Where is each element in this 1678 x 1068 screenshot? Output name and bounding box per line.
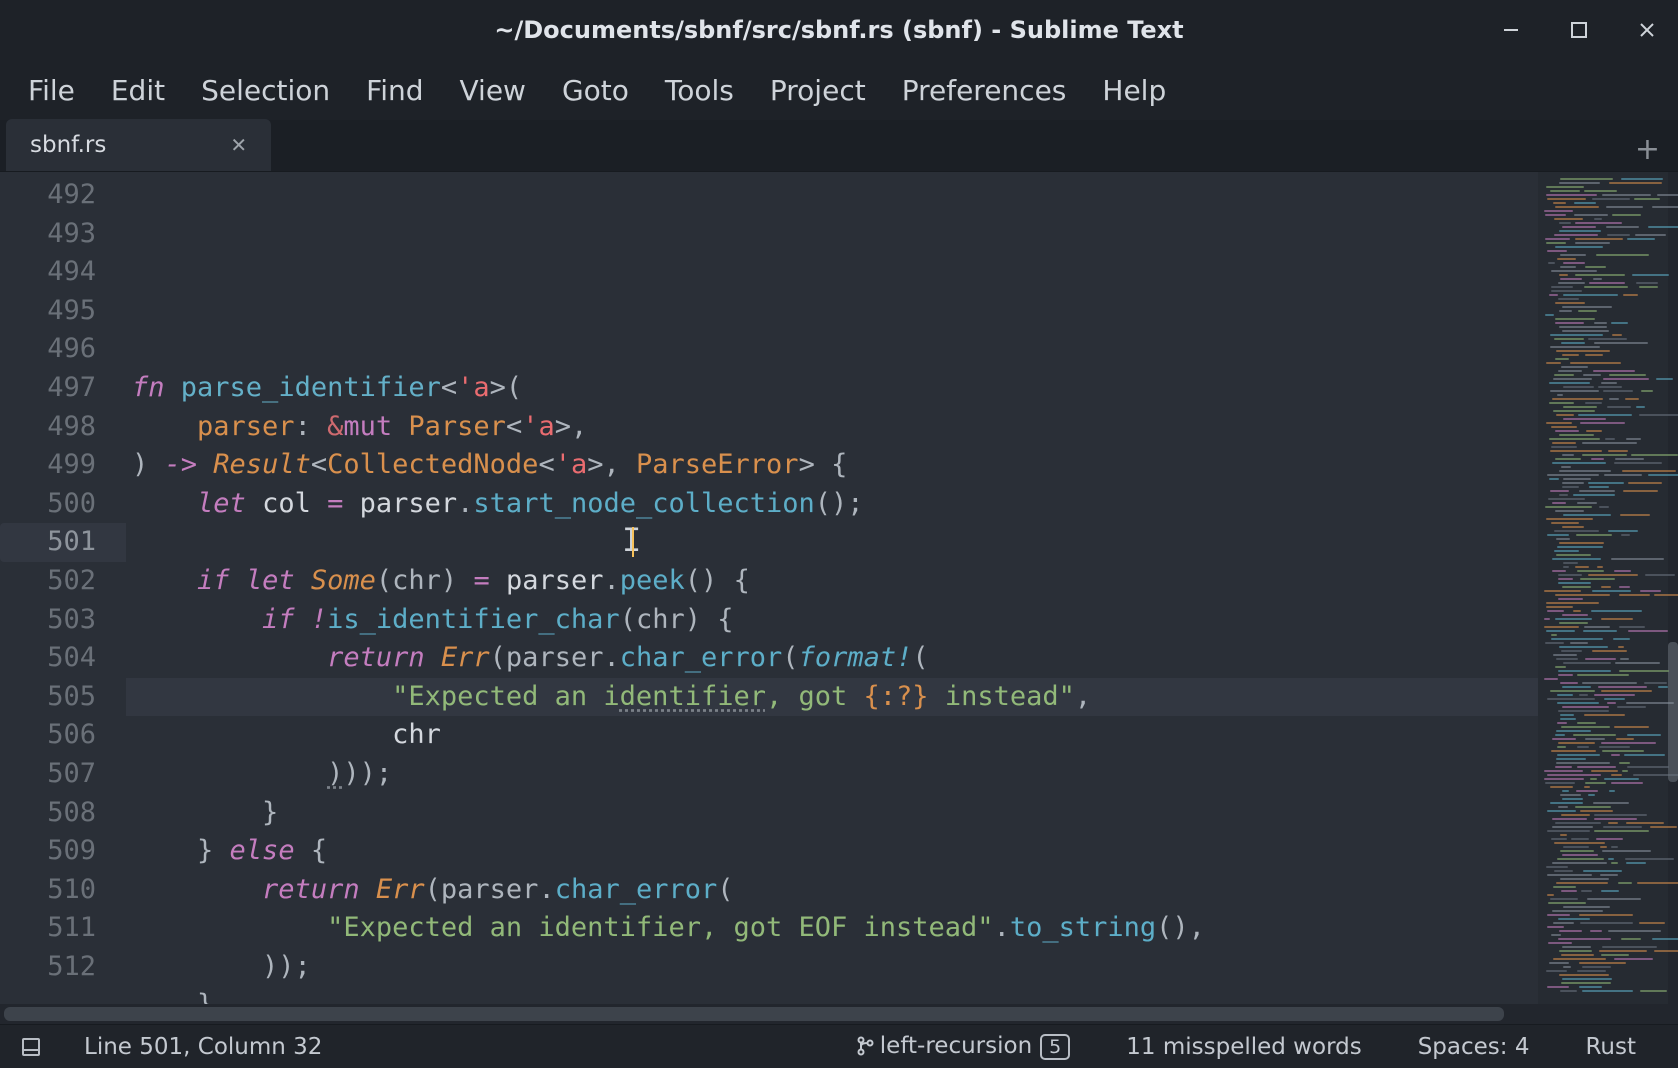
menu-selection[interactable]: Selection [183,68,348,113]
code-area[interactable]: I fn parse_identifier<'a>( parser: &mut … [126,172,1538,1004]
code-line[interactable]: "Expected an identifier, got EOF instead… [126,909,1538,948]
line-number[interactable]: 493 [0,215,126,254]
code-line[interactable]: if let Some(chr) = parser.peek() { [126,562,1538,601]
horizontal-scrollbar[interactable] [0,1004,1678,1024]
code-line[interactable]: chr [126,716,1538,755]
line-number[interactable]: 497 [0,369,126,408]
code-line[interactable] [126,330,1538,369]
status-branch-badge: 5 [1040,1034,1070,1060]
status-misspelled[interactable]: 11 misspelled words [1106,1034,1381,1060]
line-number[interactable]: 512 [0,948,126,987]
minimap-scrollbar-track[interactable] [1668,172,1678,1004]
minimize-button[interactable] [1498,17,1524,43]
line-number[interactable]: 510 [0,871,126,910]
menu-tools[interactable]: Tools [647,68,752,113]
line-number[interactable]: 502 [0,562,126,601]
menubar: File Edit Selection Find View Goto Tools… [0,60,1678,120]
code-line[interactable]: ) -> Result<CollectedNode<'a>, ParseErro… [126,446,1538,485]
minimap-scrollbar-thumb[interactable] [1668,642,1678,782]
code-line[interactable]: fn parse_identifier<'a>( [126,369,1538,408]
line-number-gutter[interactable]: 4924934944954964974984995005015025035045… [0,172,126,1004]
close-button[interactable] [1634,17,1660,43]
code-line[interactable]: )); [126,948,1538,987]
line-number[interactable]: 496 [0,330,126,369]
code-line[interactable]: let col = parser.start_node_collection()… [126,485,1538,524]
status-indent[interactable]: Spaces: 4 [1398,1034,1550,1060]
line-number[interactable]: 500 [0,485,126,524]
line-number[interactable]: 498 [0,408,126,447]
menu-file[interactable]: File [10,68,93,113]
code-line[interactable]: } [126,986,1538,1004]
menu-find[interactable]: Find [348,68,441,113]
code-line[interactable]: return Err(parser.char_error(format!( [126,639,1538,678]
status-branch-name: left-recursion [880,1033,1032,1059]
titlebar: ~/Documents/sbnf/src/sbnf.rs (sbnf) - Su… [0,0,1678,60]
statusbar: Line 501, Column 32 left-recursion 5 11 m… [0,1024,1678,1068]
line-number[interactable]: 505 [0,678,126,717]
menu-preferences[interactable]: Preferences [884,68,1085,113]
editor: 4924934944954964974984995005015025035045… [0,172,1678,1004]
code-line[interactable]: return Err(parser.char_error( [126,871,1538,910]
caret [632,527,634,557]
window-controls [1498,0,1660,60]
tab-active[interactable]: sbnf.rs ✕ [6,119,271,171]
tab-label: sbnf.rs [30,132,106,158]
new-tab-button[interactable]: + [1635,132,1660,167]
code-line[interactable]: if !is_identifier_char(chr) { [126,601,1538,640]
maximize-button[interactable] [1566,17,1592,43]
code-line[interactable]: ))); [126,755,1538,794]
line-number[interactable]: 495 [0,292,126,331]
tabbar: sbnf.rs ✕ + [0,120,1678,172]
line-number[interactable]: 499 [0,446,126,485]
line-number[interactable]: 492 [0,176,126,215]
code-line[interactable]: parser: &mut Parser<'a>, [126,408,1538,447]
code-line[interactable]: } [126,794,1538,833]
code-line[interactable] [126,523,1538,562]
line-number[interactable]: 511 [0,909,126,948]
line-number[interactable]: 494 [0,253,126,292]
status-syntax[interactable]: Rust [1565,1034,1656,1060]
code-line[interactable]: } else { [126,832,1538,871]
line-number[interactable]: 508 [0,794,126,833]
status-git-branch[interactable]: left-recursion 5 [836,1033,1090,1060]
menu-edit[interactable]: Edit [93,68,183,113]
window-title: ~/Documents/sbnf/src/sbnf.rs (sbnf) - Su… [494,16,1183,44]
panel-toggle-icon[interactable] [22,1038,40,1056]
tab-close-icon[interactable]: ✕ [226,129,251,161]
line-number[interactable]: 501 [0,523,126,562]
menu-project[interactable]: Project [752,68,884,113]
code-line[interactable]: "Expected an identifier, got {:?} instea… [126,678,1538,717]
minimap[interactable] [1538,172,1678,1004]
horizontal-scrollbar-thumb[interactable] [4,1007,1504,1021]
line-number[interactable]: 506 [0,716,126,755]
status-line-col[interactable]: Line 501, Column 32 [64,1034,342,1060]
line-number[interactable]: 509 [0,832,126,871]
menu-view[interactable]: View [442,68,544,113]
line-number[interactable]: 503 [0,601,126,640]
menu-help[interactable]: Help [1084,68,1184,113]
line-number[interactable]: 507 [0,755,126,794]
menu-goto[interactable]: Goto [544,68,647,113]
line-number[interactable]: 504 [0,639,126,678]
